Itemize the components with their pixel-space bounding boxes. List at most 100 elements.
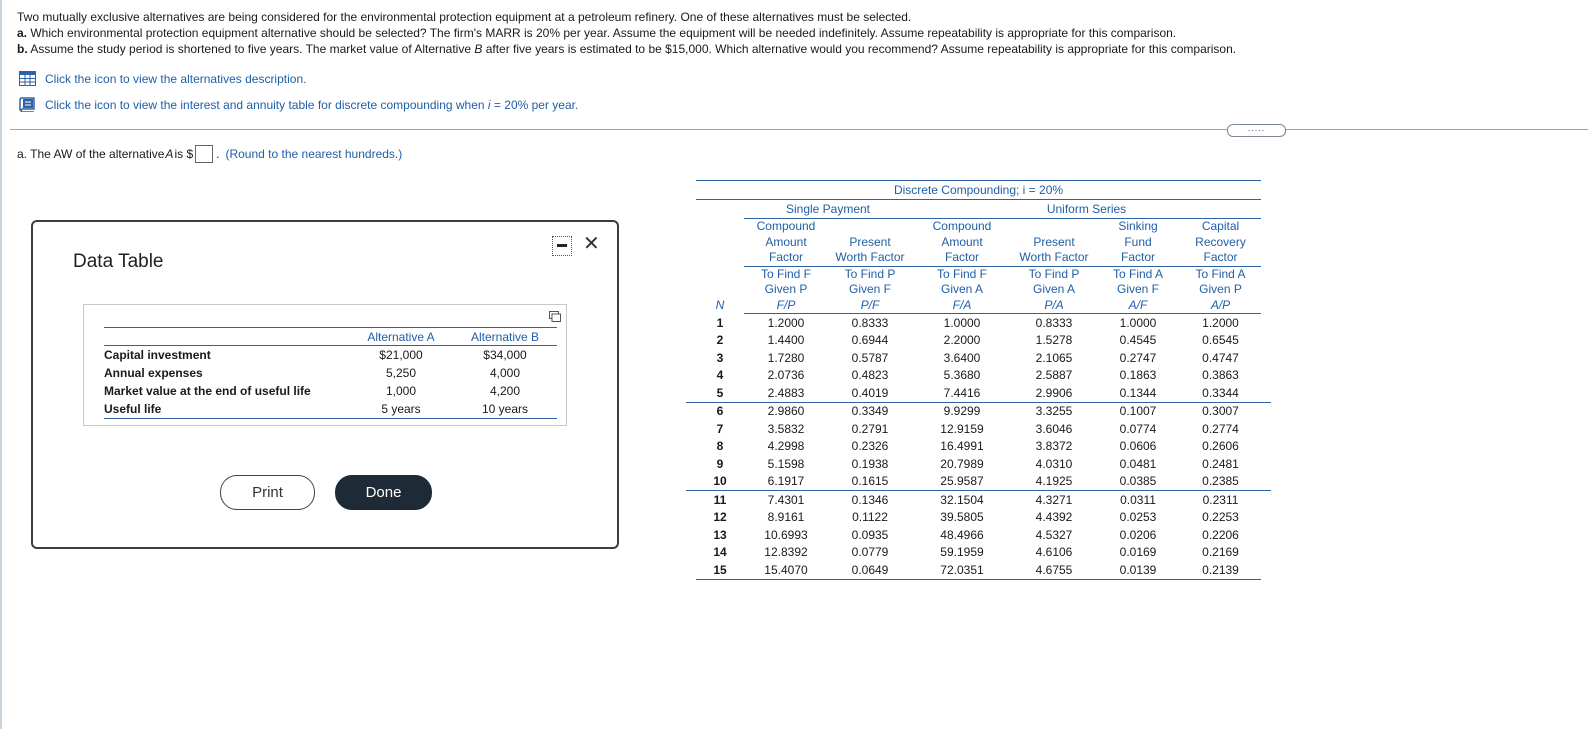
factor-cell: 1.0000 bbox=[943, 315, 981, 330]
period-cell: 4 bbox=[716, 368, 724, 383]
table-row: 3 1.7280 0.5787 3.6400 2.1065 0.2747 0.4747 bbox=[686, 349, 1271, 367]
part-a-label: a. bbox=[17, 26, 28, 40]
table-row: 4 2.0736 0.4823 5.3680 2.5887 0.1863 0.3863 bbox=[686, 367, 1271, 385]
question-a: a. The AW of the alternative A is $ . (R… bbox=[17, 145, 402, 163]
copy-icon[interactable] bbox=[549, 311, 561, 322]
factor-cell: 0.0649 bbox=[828, 561, 912, 580]
factor-cell: 0.1938 bbox=[851, 456, 889, 471]
factor-cell: 8.9161 bbox=[767, 510, 805, 525]
done-button[interactable]: Done bbox=[335, 475, 432, 510]
factor-cell: 72.0351 bbox=[912, 561, 1012, 580]
factor-cell: 0.0774 bbox=[1119, 421, 1157, 436]
minimize-icon[interactable] bbox=[552, 236, 572, 256]
part-b-pre: Assume the study period is shortened to … bbox=[30, 42, 475, 56]
table-row: 7 3.5832 0.2791 12.9159 3.6046 0.0774 0.2774 bbox=[686, 420, 1271, 438]
factor-cell: 4.2998 bbox=[767, 439, 805, 454]
period-cell: 11 bbox=[696, 490, 744, 509]
factor-cell: 0.8333 bbox=[851, 315, 889, 330]
interest-table-link-text[interactable]: Click the icon to view the interest and … bbox=[45, 98, 578, 112]
factor-cell: 12.9159 bbox=[940, 421, 984, 436]
table-row: 5 2.4883 0.4019 7.4416 2.9906 0.1344 0.3344 bbox=[686, 384, 1271, 402]
factor-cell: 0.0311 bbox=[1096, 490, 1180, 509]
factor-cell: 32.1504 bbox=[912, 490, 1012, 509]
factor-cell: 16.4991 bbox=[940, 439, 984, 454]
rounding-hint: (Round to the nearest hundreds.) bbox=[225, 147, 403, 161]
factor-cell: 0.2311 bbox=[1180, 490, 1261, 509]
problem-statement: Two mutually exclusive alternatives are … bbox=[17, 9, 1236, 57]
factor-cell: 2.2000 bbox=[943, 333, 981, 348]
factor-cell: 0.5787 bbox=[851, 350, 889, 365]
period-cell: 13 bbox=[713, 527, 727, 542]
header-alternative-b: Alternative B bbox=[453, 327, 557, 346]
factor-name-header: Compound Amount Factor bbox=[744, 218, 828, 267]
factor-cell: 3.6046 bbox=[1035, 421, 1073, 436]
period-cell: 7 bbox=[716, 421, 724, 436]
factor-cell: 0.2139 bbox=[1180, 561, 1261, 580]
table-row: 1 1.2000 0.8333 1.0000 0.8333 1.0000 1.2000 bbox=[686, 314, 1271, 332]
header-alternative-a: Alternative A bbox=[349, 327, 453, 346]
table-row: Annual expenses 5,250 4,000 bbox=[104, 366, 521, 380]
factor-find-header: To Find A Given P A/P bbox=[1180, 266, 1261, 314]
factor-cell: 9.9299 bbox=[912, 401, 1012, 420]
factor-cell: 7.4416 bbox=[943, 385, 981, 400]
factor-cell: 0.4747 bbox=[1202, 350, 1239, 365]
period-cell: 3 bbox=[716, 350, 724, 365]
table-row: 11 7.4301 0.1346 32.1504 4.3271 0.0311 0.2311 bbox=[686, 490, 1271, 509]
factor-cell: 20.7989 bbox=[940, 456, 984, 471]
aw-answer-input[interactable] bbox=[195, 145, 214, 163]
factor-cell: 2.0736 bbox=[767, 368, 805, 383]
factor-cell: 0.2206 bbox=[1202, 527, 1239, 542]
factor-cell: 0.2747 bbox=[1119, 350, 1157, 365]
group-uniform-series: Uniform Series bbox=[912, 199, 1261, 219]
factor-cell: 0.1007 bbox=[1096, 401, 1180, 420]
expand-more-button[interactable]: ..... bbox=[1227, 124, 1286, 137]
period-cell: 2 bbox=[716, 333, 724, 348]
factor-cell: 0.1863 bbox=[1119, 368, 1157, 383]
table-row: 14 12.8392 0.0779 59.1959 4.6106 0.0169 0.2169 bbox=[686, 544, 1271, 562]
factor-cell: 0.6545 bbox=[1202, 333, 1239, 348]
period-cell: 1 bbox=[716, 315, 724, 330]
table-row: 15 15.4070 0.0649 72.0351 4.6755 0.0139 0.2139 bbox=[686, 561, 1271, 580]
alternatives-data-table: Alternative A Alternative B Capital inve… bbox=[83, 304, 567, 426]
factor-cell: 0.0779 bbox=[851, 545, 889, 560]
interest-table-link[interactable]: Click the icon to view the interest and … bbox=[19, 97, 578, 112]
factor-cell: 1.2000 bbox=[1202, 315, 1239, 330]
factor-cell: 0.2326 bbox=[851, 439, 889, 454]
factor-cell: 0.8333 bbox=[1035, 315, 1073, 330]
section-divider bbox=[10, 129, 1588, 130]
close-icon[interactable]: ✕ bbox=[583, 234, 600, 254]
factor-cell: 59.1959 bbox=[940, 545, 984, 560]
factor-cell: 3.8372 bbox=[1035, 439, 1073, 454]
factor-cell: 2.1065 bbox=[1035, 350, 1073, 365]
book-icon[interactable] bbox=[19, 97, 36, 112]
factor-cell: 3.6400 bbox=[943, 350, 981, 365]
factor-cell: 0.2481 bbox=[1202, 456, 1239, 471]
table-row: 13 10.6993 0.0935 48.4966 4.5327 0.0206 0.2206 bbox=[686, 526, 1271, 544]
factor-cell: 4.1925 bbox=[1035, 474, 1073, 489]
factor-cell: 1.2000 bbox=[767, 315, 805, 330]
factor-cell: 3.5832 bbox=[767, 421, 805, 436]
alternatives-link-text[interactable]: Click the icon to view the alternatives … bbox=[45, 72, 306, 86]
factor-name-header: Sinking Fund Factor bbox=[1096, 218, 1180, 267]
print-button[interactable]: Print bbox=[220, 475, 315, 510]
factor-find-header: To Find P Given F P/F bbox=[828, 266, 912, 314]
period-cell: 5 bbox=[716, 385, 724, 400]
factor-cell: 0.0206 bbox=[1119, 527, 1157, 542]
factor-cell: 0.2253 bbox=[1202, 510, 1239, 525]
factor-find-header: To Find A Given F A/F bbox=[1096, 266, 1180, 314]
factor-cell: 0.2774 bbox=[1202, 421, 1239, 436]
compounding-table: Discrete Compounding; i = 20% Single Pay… bbox=[686, 180, 1271, 580]
problem-part-a: a. Which environmental protection equipm… bbox=[17, 25, 1236, 41]
factor-cell: 5.3680 bbox=[943, 368, 981, 383]
factor-find-header: To Find F Given P F/P bbox=[744, 266, 828, 314]
factor-cell: 12.8392 bbox=[764, 545, 808, 560]
factor-name-header: Present Worth Factor bbox=[828, 218, 912, 267]
part-b-label: b. bbox=[17, 42, 28, 56]
period-cell: 14 bbox=[713, 545, 727, 560]
alternatives-link[interactable]: Click the icon to view the alternatives … bbox=[19, 71, 306, 86]
factor-find-header: To Find P Given A P/A bbox=[1012, 266, 1096, 314]
factor-cell: 2.4883 bbox=[767, 385, 805, 400]
n-column-header: N bbox=[715, 298, 725, 312]
table-row: Useful life 5 years 10 years bbox=[104, 400, 557, 419]
table-grid-icon[interactable] bbox=[19, 71, 36, 86]
